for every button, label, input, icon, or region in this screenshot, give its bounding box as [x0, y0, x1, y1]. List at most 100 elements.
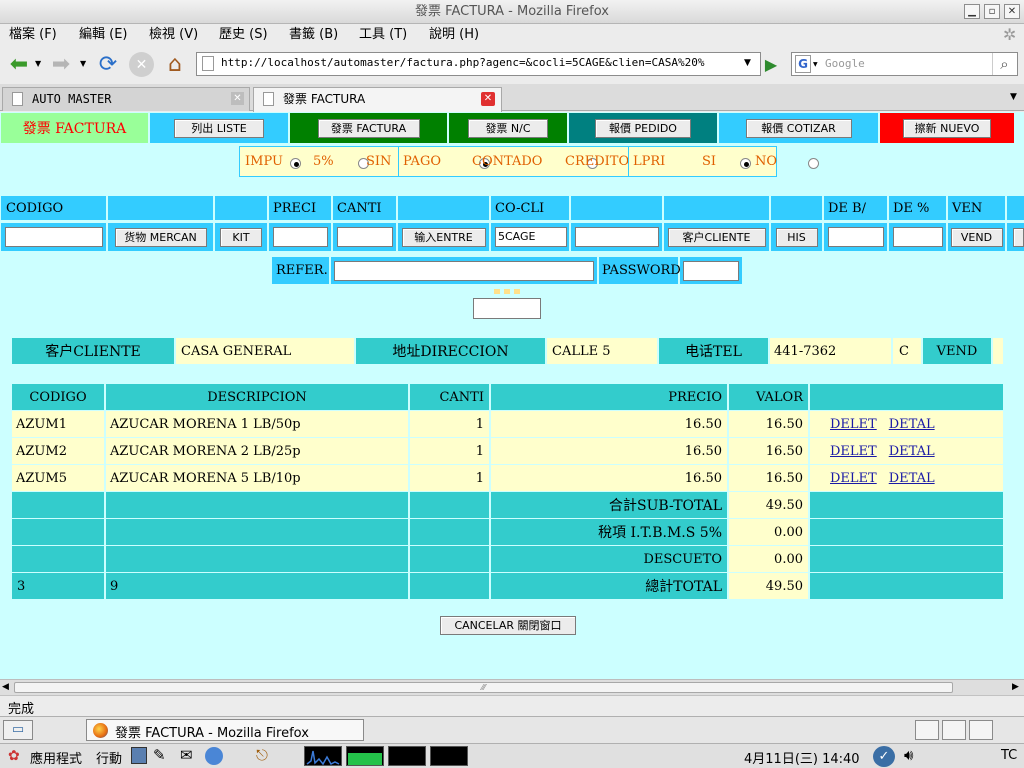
vend-button[interactable]: VEND	[950, 227, 1003, 247]
scroll-thumb[interactable]: ⁄⁄⁄	[14, 682, 953, 693]
volume-icon[interactable]: 🔊︎	[904, 746, 913, 764]
forward-icon[interactable]: ➡	[48, 52, 74, 77]
close-tab-icon[interactable]: ✕	[231, 92, 244, 105]
google-icon[interactable]: G	[795, 55, 811, 73]
nc-button[interactable]: 發票 N/C	[468, 118, 548, 138]
total-filler	[410, 573, 489, 599]
pedido-button[interactable]: 報價 PEDIDO	[595, 118, 691, 138]
password-input[interactable]	[683, 260, 739, 281]
descuento-filler	[106, 546, 408, 572]
tab-factura[interactable]: 發票 FACTURA ✕	[253, 87, 502, 112]
menu-bookmarks[interactable]: 書籤 (B)	[289, 26, 338, 44]
scroll-right-icon[interactable]: ▶	[1012, 682, 1019, 692]
lpri-no-radio[interactable]	[807, 158, 819, 169]
workspace-2[interactable]	[942, 720, 966, 740]
row-2-detail-link[interactable]: DETAL	[889, 444, 935, 459]
deb-input[interactable]	[828, 227, 884, 247]
update-check-icon[interactable]: ✓	[873, 746, 895, 767]
menu-tools[interactable]: 工具 (T)	[359, 26, 407, 44]
his-cell: HIS	[771, 223, 822, 251]
menu-history[interactable]: 歷史 (S)	[219, 26, 268, 44]
row-1-delete-link[interactable]: DELET	[830, 417, 877, 432]
show-desktop-icon[interactable]: ▭	[3, 720, 33, 740]
scroll-left-icon[interactable]: ◀	[2, 682, 9, 692]
mercan-header	[108, 196, 213, 220]
apps-menu[interactable]: 應用程式	[30, 748, 82, 767]
cotizar-button[interactable]: 報價 COTIZAR	[745, 118, 852, 138]
entre-button[interactable]: 输入ENTRE	[401, 227, 486, 247]
search-icon[interactable]: ⌕	[992, 53, 1016, 75]
tab-auto-master[interactable]: AUTO MASTER ✕	[2, 87, 250, 111]
his-button[interactable]: HIS	[775, 227, 818, 247]
close-window-button[interactable]: ✕	[1004, 4, 1020, 19]
liste-button[interactable]: 列出 LISTE	[174, 118, 264, 138]
factura-button[interactable]: 發票 FACTURA	[317, 118, 420, 138]
horizontal-scrollbar[interactable]: ◀ ⁄⁄⁄ ▶	[0, 679, 1024, 695]
go-icon[interactable]: ▶	[760, 52, 782, 76]
taskbar-window-button[interactable]: 發票 FACTURA - Mozilla Firefox	[86, 719, 364, 741]
page-title: 發票 FACTURA	[1, 113, 148, 143]
close-tab-icon[interactable]: ✕	[481, 92, 495, 106]
cliente-button[interactable]: 客户CLIENTE	[667, 227, 766, 247]
input-method[interactable]: TC	[1001, 748, 1017, 763]
overflow-button[interactable]	[1013, 227, 1024, 247]
mail-icon[interactable]: ✉	[180, 746, 193, 764]
engine-dropdown-icon[interactable]: ▼	[813, 61, 818, 68]
cocli-input[interactable]: 5CAGE	[495, 227, 567, 247]
lpri-si-radio[interactable]	[739, 158, 751, 169]
menu-edit[interactable]: 編輯 (E)	[79, 26, 128, 44]
kit-button[interactable]: KIT	[220, 227, 262, 247]
preci-input[interactable]	[273, 227, 328, 247]
descuento-label: DESCUETO	[491, 546, 727, 572]
row-1-precio: 16.50	[491, 411, 727, 437]
minimize-button[interactable]: ▁	[964, 4, 980, 19]
cliente-name-input[interactable]	[575, 227, 659, 247]
small-input[interactable]	[473, 298, 541, 319]
cancel-button[interactable]: CANCELAR 關閉窗口	[440, 616, 576, 635]
tab-list-icon[interactable]: ▼	[1010, 92, 1017, 102]
row-2-delete-link[interactable]: DELET	[830, 444, 877, 459]
pago-contado-label: CONTADO	[472, 154, 543, 169]
url-dropdown-icon[interactable]: ▼	[744, 58, 751, 68]
search-bar[interactable]: G ▼ Google	[791, 52, 1018, 76]
logout-icon[interactable]: ⎋	[256, 746, 268, 764]
tax-filler	[810, 519, 1003, 545]
terminal-icon[interactable]	[131, 747, 147, 764]
reload-icon[interactable]: ⟳	[95, 51, 121, 77]
canti-input[interactable]	[337, 227, 393, 247]
clock[interactable]: 4月11日(三) 14:40	[744, 748, 860, 767]
impu-5-radio[interactable]	[290, 158, 301, 169]
menu-bar: 檔案 (F) 編輯 (E) 檢視 (V) 歷史 (S) 書籤 (B) 工具 (T…	[0, 24, 1024, 46]
url-bar[interactable]: http://localhost/automaster/factura.php?…	[196, 52, 761, 76]
dep-input[interactable]	[893, 227, 943, 247]
refer-input[interactable]	[334, 260, 594, 281]
forward-dropdown-icon[interactable]: ▼	[80, 59, 86, 68]
web-icon[interactable]	[205, 747, 223, 765]
table-header-canti: CANTI	[410, 384, 489, 410]
workspace-3[interactable]	[969, 720, 993, 740]
row-3-detail-link[interactable]: DETAL	[889, 471, 935, 486]
mercan-button[interactable]: 货物 MERCAN	[114, 227, 207, 247]
menu-view[interactable]: 檢視 (V)	[149, 26, 198, 44]
actions-menu[interactable]: 行動	[96, 748, 122, 767]
editor-icon[interactable]: ✎	[153, 746, 166, 764]
home-icon[interactable]: ⌂	[162, 51, 188, 77]
url-text[interactable]: http://localhost/automaster/factura.php?…	[221, 56, 741, 69]
search-placeholder: Google	[825, 57, 865, 70]
back-icon[interactable]: ⬅	[6, 52, 32, 77]
menu-help[interactable]: 說明 (H)	[429, 26, 479, 44]
nuevo-button[interactable]: 擦新 NUEVO	[903, 118, 991, 138]
maximize-button[interactable]: ▫	[984, 4, 1000, 19]
menu-file[interactable]: 檔案 (F)	[9, 26, 57, 44]
apps-menu-icon[interactable]: ✿	[8, 748, 20, 764]
back-dropdown-icon[interactable]: ▼	[35, 59, 41, 68]
row-3-delete-link[interactable]: DELET	[830, 471, 877, 486]
nc-cell: 發票 N/C	[449, 113, 567, 143]
row-1-codigo: AZUM1	[12, 411, 104, 437]
stop-icon[interactable]: ✕	[129, 52, 154, 77]
codigo-input[interactable]	[5, 227, 103, 247]
row-1-detail-link[interactable]: DETAL	[889, 417, 935, 432]
workspace-1[interactable]	[915, 720, 939, 740]
tel-label: 电话TEL	[659, 338, 768, 364]
cliente-cell: 客户CLIENTE	[664, 223, 769, 251]
